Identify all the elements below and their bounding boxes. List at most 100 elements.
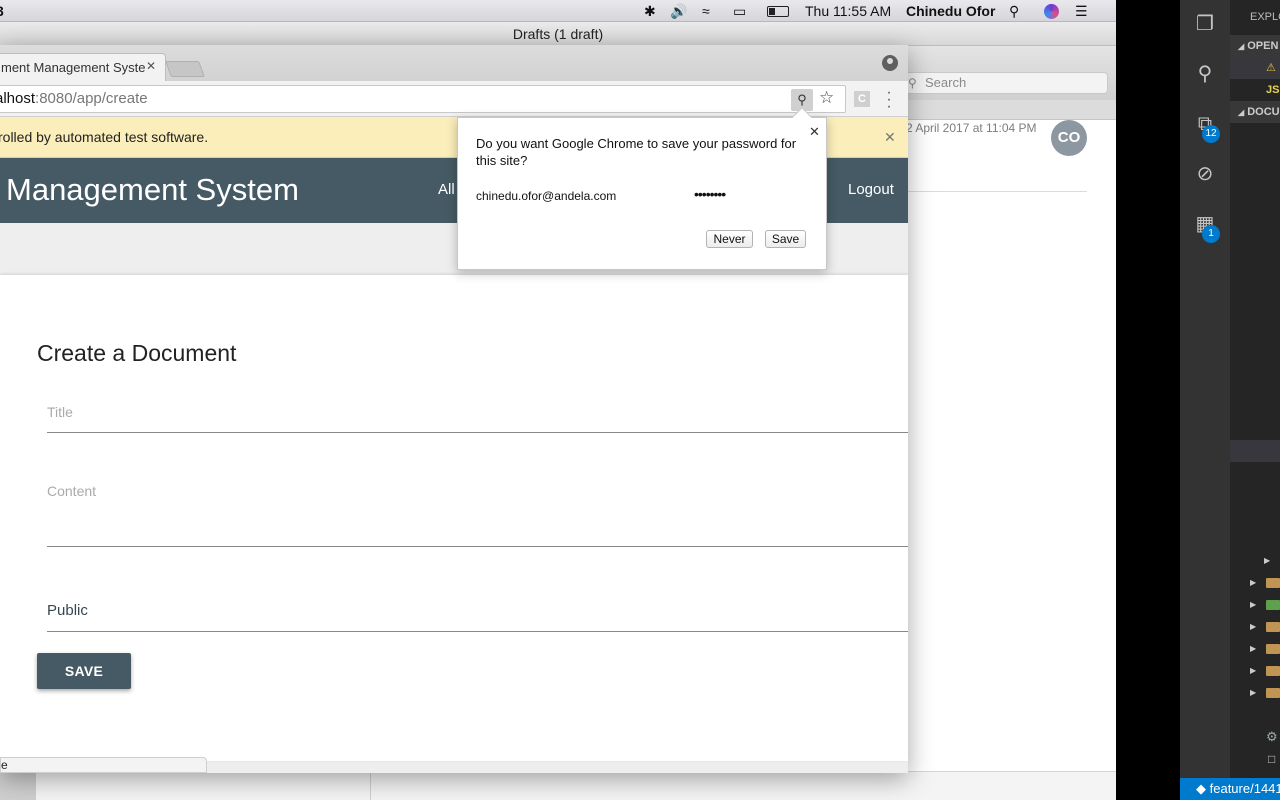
mail-bottom-bar xyxy=(0,771,1116,800)
open-editors-section[interactable]: ◢ OPEN xyxy=(1230,35,1280,57)
wifi-icon[interactable]: ≈ xyxy=(702,3,710,19)
tree-folder-row[interactable]: ▶ xyxy=(1230,594,1280,616)
vscode-status-bar[interactable]: ◆ feature/1441 xyxy=(1180,778,1280,800)
chevron-right-icon: ▶ xyxy=(1250,622,1257,631)
gear-icon: ⚙ xyxy=(1266,729,1278,744)
content-textarea-underline xyxy=(47,546,908,547)
file-icon: □ xyxy=(1268,752,1276,766)
create-document-card: Create a Document Title Content Public S… xyxy=(0,275,908,761)
profile-icon[interactable] xyxy=(882,55,898,71)
search-icon: ⚲ xyxy=(908,76,917,90)
tree-folder-row[interactable]: ▶ xyxy=(1230,638,1280,660)
tab-close-icon[interactable]: ✕ xyxy=(146,59,156,73)
desktop: Drafts (1 draft) ⚲ Search 2 April 2017 a… xyxy=(0,0,1280,800)
search-icon[interactable]: ⚲ xyxy=(1193,62,1217,86)
chevron-right-icon: ▶ xyxy=(1250,688,1257,697)
tree-folder-row[interactable]: ▶ xyxy=(1230,660,1280,682)
tree-folder-row[interactable]: ▶ xyxy=(1230,682,1280,704)
menu-clock[interactable]: Thu 11:55 AM xyxy=(805,3,891,19)
folder-section[interactable]: ◢ DOCU xyxy=(1230,101,1280,123)
tree-folder-row[interactable]: ▶ xyxy=(1230,550,1280,572)
folder-section-label: DOCU xyxy=(1247,106,1280,118)
save-button[interactable]: SAVE xyxy=(37,653,131,689)
dialog-close-icon[interactable]: ✕ xyxy=(809,124,820,140)
chrome-menu-icon[interactable]: · · · xyxy=(884,85,894,115)
app-title[interactable]: Management System xyxy=(6,172,299,208)
nav-all-link[interactable]: All xyxy=(438,181,455,198)
tab-title: ment Management Syste xyxy=(1,60,146,75)
menu-user[interactable]: Chinedu Ofor xyxy=(906,3,995,19)
chrome-status-bubble: e xyxy=(0,757,207,773)
folder-icon xyxy=(1266,644,1280,654)
menu-app-fragment[interactable]: 3 xyxy=(0,3,4,19)
logout-link[interactable]: Logout xyxy=(848,181,894,198)
saved-username: chinedu.ofor@andela.com xyxy=(476,189,617,203)
omnibar: alhost:8080/app/create ⚲ ☆ C ··· xyxy=(0,81,908,117)
tree-file-row[interactable]: □ xyxy=(1230,748,1280,770)
screen-gap xyxy=(1116,0,1180,800)
open-editor-item[interactable]: JS xyxy=(1230,79,1280,101)
folder-icon xyxy=(1266,666,1280,676)
tree-selected-row[interactable] xyxy=(1230,440,1280,462)
explorer-files-icon[interactable]: ❐ xyxy=(1193,12,1217,36)
extensions-count-badge: 1 xyxy=(1202,225,1220,243)
explorer-title: EXPLO xyxy=(1250,11,1280,23)
notification-center-icon[interactable]: ☰ xyxy=(1075,3,1088,20)
chevron-right-icon: ▶ xyxy=(1250,666,1257,675)
siri-icon[interactable] xyxy=(1044,4,1059,19)
scm-count-badge: 12 xyxy=(1202,125,1220,143)
message-divider xyxy=(906,191,1087,192)
chevron-right-icon: ▶ xyxy=(1250,600,1257,609)
content-textarea[interactable]: Content xyxy=(47,483,96,499)
node-folder-icon xyxy=(1266,600,1280,610)
url-path: :8080/app/create xyxy=(35,90,148,107)
vscode-explorer-sidebar: EXPLO ◢ OPEN ⚠ JS ◢ DOCU ▶ ▶ ▶ ▶ ▶ ▶ ▶ ⚙… xyxy=(1230,0,1280,778)
volume-icon[interactable]: 🔊 xyxy=(670,3,687,20)
saved-password-mask: •••••••• xyxy=(694,186,726,202)
infobar-close-icon[interactable]: ✕ xyxy=(884,117,896,158)
airplay-icon[interactable]: ▭ xyxy=(733,3,746,20)
sender-avatar: CO xyxy=(1051,120,1087,156)
folder-icon xyxy=(1266,688,1280,698)
new-tab-button[interactable] xyxy=(165,61,205,77)
folder-icon xyxy=(1266,578,1280,588)
page-title: Create a Document xyxy=(37,340,237,366)
chevron-right-icon: ▶ xyxy=(1250,578,1257,587)
dialog-question: Do you want Google Chrome to save your p… xyxy=(476,136,797,168)
bookmark-star-icon[interactable]: ☆ xyxy=(819,88,834,108)
tree-folder-row[interactable]: ▶ xyxy=(1230,572,1280,594)
bluetooth-icon[interactable]: ✱ xyxy=(644,3,656,20)
mail-search-field[interactable]: ⚲ Search xyxy=(902,72,1108,94)
mail-search-placeholder: Search xyxy=(925,75,967,90)
browser-tab[interactable]: ment Management Syste xyxy=(0,53,166,81)
url-host: alhost xyxy=(0,90,36,107)
access-select-underline xyxy=(47,631,908,632)
tree-folder-row[interactable]: ▶ xyxy=(1230,616,1280,638)
warning-file-icon: ⚠ xyxy=(1266,62,1276,74)
mail-bottom-segment xyxy=(0,772,36,800)
message-date: 2 April 2017 at 11:04 PM xyxy=(906,121,1037,135)
mail-window-title: Drafts (1 draft) xyxy=(0,22,1116,46)
git-branch-icon: ◆ xyxy=(1196,781,1206,796)
mail-bottom-separator xyxy=(370,772,371,800)
save-password-button[interactable]: Save xyxy=(765,230,806,248)
git-branch-label: feature/1441 xyxy=(1209,781,1280,796)
chevron-right-icon: ▶ xyxy=(1264,556,1271,565)
open-editor-item[interactable]: ⚠ xyxy=(1230,57,1280,79)
extension-button[interactable]: C xyxy=(854,91,870,107)
title-input-underline xyxy=(47,432,908,433)
infobar-text: rolled by automated test software. xyxy=(0,129,209,145)
spotlight-icon[interactable]: ⚲ xyxy=(1009,3,1019,20)
never-button[interactable]: Never xyxy=(706,230,753,248)
debug-icon[interactable]: ⊘ xyxy=(1193,162,1217,186)
folder-icon xyxy=(1266,622,1280,632)
save-password-dialog: Do you want Google Chrome to save your p… xyxy=(457,107,827,270)
tab-strip: ment Management Syste ✕ xyxy=(0,45,908,81)
access-select[interactable]: Public xyxy=(47,602,88,619)
js-file-icon: JS xyxy=(1266,84,1280,96)
tree-file-row[interactable]: ⚙ xyxy=(1230,726,1280,748)
battery-icon[interactable] xyxy=(767,6,789,17)
title-input[interactable]: Title xyxy=(47,404,73,420)
address-bar[interactable]: alhost:8080/app/create xyxy=(0,85,846,113)
chevron-right-icon: ▶ xyxy=(1250,644,1257,653)
